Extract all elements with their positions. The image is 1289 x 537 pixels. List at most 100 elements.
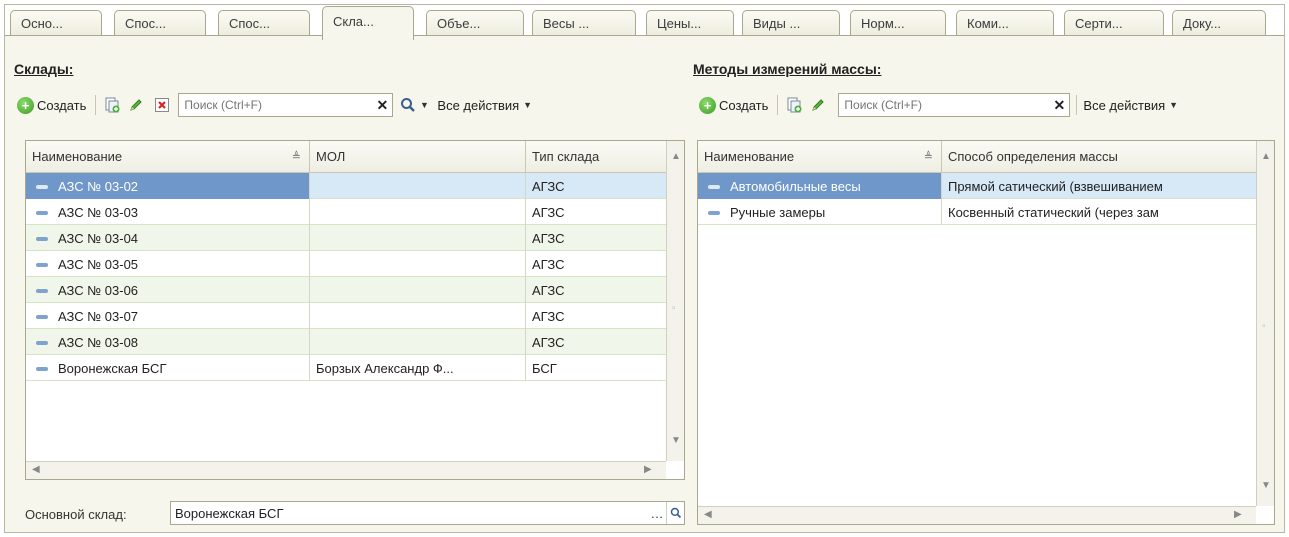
tab-types[interactable]: Виды ... [742, 10, 840, 38]
cell-text: АЗС № 03-07 [58, 309, 139, 324]
column-header-name[interactable]: Наименование ≜ [26, 141, 310, 173]
cell-text: АЗС № 03-05 [58, 257, 139, 272]
item-marker-icon [36, 184, 48, 189]
clear-search-icon[interactable]: ✕ [372, 94, 392, 116]
cell-type: АГЗС [532, 283, 565, 298]
tab-prices[interactable]: Цены... [646, 10, 734, 38]
cell-method: Прямой сатический (взвешиванием [948, 179, 1163, 194]
main-warehouse-field[interactable]: Воронежская БСГ … [170, 501, 685, 525]
table-row[interactable]: Воронежская БСГ Борзых Александр Ф... БС… [26, 355, 666, 381]
horizontal-scrollbar[interactable]: ◀ ▶ [698, 506, 1256, 524]
table-row[interactable]: АЗС № 03-03 АГЗС [26, 199, 666, 225]
tab-documents[interactable]: Доку... [1172, 10, 1266, 38]
cell-type: АГЗС [532, 231, 565, 246]
tab-scales[interactable]: Весы ... [532, 10, 636, 38]
tab-certificates[interactable]: Серти... [1064, 10, 1164, 38]
cell-name: АЗС № 03-07 [26, 303, 310, 329]
column-label: МОЛ [316, 149, 346, 164]
column-label: Тип склада [532, 149, 600, 164]
scroll-right-icon[interactable]: ▶ [1234, 509, 1242, 520]
tab-warehouses[interactable]: Скла... [322, 6, 414, 40]
cell-type: АГЗС [532, 205, 565, 220]
plus-icon: + [17, 96, 34, 114]
cell-mol [310, 199, 526, 225]
cell-name: Воронежская БСГ [26, 355, 310, 381]
tab-methods-2[interactable]: Спос... [218, 10, 310, 38]
all-actions-button[interactable]: Все действия ▼ [437, 98, 532, 113]
warehouses-search-box: ✕ [178, 93, 394, 117]
tab-commissions[interactable]: Коми... [956, 10, 1054, 38]
scroll-down-icon[interactable]: ▼ [671, 435, 681, 446]
scroll-up-icon[interactable]: ▲ [1261, 151, 1271, 162]
cell-text: АЗС № 03-08 [58, 335, 139, 350]
table-row[interactable]: Ручные замеры Косвенный статический (чер… [698, 199, 1256, 225]
all-actions-button[interactable]: Все действия ▼ [1083, 98, 1178, 113]
cell-mol [310, 277, 526, 303]
table-row[interactable]: АЗС № 03-04 АГЗС [26, 225, 666, 251]
item-marker-icon [36, 236, 48, 241]
main-warehouse-value: Воронежская БСГ [175, 506, 284, 521]
cell-mol [310, 173, 526, 199]
table-row[interactable]: АЗС № 03-08 АГЗС [26, 329, 666, 355]
sort-icon: ≜ [291, 151, 301, 163]
table-row[interactable]: Автомобильные весы Прямой сатический (вз… [698, 173, 1256, 199]
vertical-scrollbar[interactable]: ▲ ▫ ▼ [1256, 141, 1274, 506]
column-header-mol[interactable]: МОЛ [310, 141, 526, 173]
tab-label: Норм... [861, 16, 905, 31]
column-header-method[interactable]: Способ определения массы [942, 141, 1256, 173]
scroll-left-icon[interactable]: ◀ [32, 464, 40, 475]
clear-search-icon[interactable]: ✕ [1049, 94, 1069, 116]
search-icon[interactable]: ▼ [399, 95, 429, 115]
vertical-scrollbar[interactable]: ▲ ▫ ▼ [666, 141, 684, 461]
tab-basic[interactable]: Осно... [10, 10, 102, 38]
horizontal-scrollbar[interactable]: ◀ ▶ [26, 461, 666, 479]
scroll-right-icon[interactable]: ▶ [644, 464, 652, 475]
create-button[interactable]: + Создать [696, 94, 771, 116]
scroll-thumb-grip-icon: ▫ [1262, 321, 1266, 332]
warehouses-table: Наименование ≜ МОЛ Тип склада АЗС № 03-0… [25, 140, 685, 480]
tab-label: Цены... [657, 16, 702, 31]
table-row[interactable]: АЗС № 03-02 АГЗС [26, 173, 666, 199]
item-marker-icon [36, 340, 48, 345]
table-header: Наименование ≜ Способ определения массы [698, 141, 1256, 173]
tab-norms[interactable]: Норм... [850, 10, 946, 38]
copy-icon[interactable] [784, 95, 804, 115]
create-label: Создать [719, 97, 769, 113]
select-ellipsis-button[interactable]: … [648, 502, 666, 524]
table-row[interactable]: АЗС № 03-05 АГЗС [26, 251, 666, 277]
edit-pencil-icon[interactable] [126, 95, 146, 115]
open-search-icon[interactable] [666, 502, 684, 524]
cell-type: АГЗС [532, 179, 565, 194]
create-button[interactable]: + Создать [14, 94, 89, 116]
tab-label: Скла... [333, 14, 374, 29]
tab-content: Склады: + Создать ✕ ▼ Все действия ▼ [5, 35, 1284, 532]
tab-label: Виды ... [753, 16, 801, 31]
scroll-down-icon[interactable]: ▼ [1261, 480, 1271, 491]
delete-mark-icon[interactable] [152, 95, 172, 115]
scroll-left-icon[interactable]: ◀ [704, 509, 712, 520]
cell-name: Автомобильные весы [698, 173, 942, 199]
search-input[interactable] [839, 95, 1050, 115]
tab-methods-1[interactable]: Спос... [114, 10, 206, 38]
cell-mol: Борзых Александр Ф... [310, 355, 526, 381]
table-header: Наименование ≜ МОЛ Тип склада [26, 141, 666, 173]
item-marker-icon [36, 210, 48, 215]
edit-pencil-icon[interactable] [808, 95, 828, 115]
cell-mol [310, 329, 526, 355]
table-row[interactable]: АЗС № 03-06 АГЗС [26, 277, 666, 303]
warehouses-toolbar: + Создать ✕ ▼ Все действия ▼ [14, 92, 532, 118]
column-header-type[interactable]: Тип склада [526, 141, 666, 173]
scroll-up-icon[interactable]: ▲ [671, 151, 681, 162]
toolbar-separator [1076, 95, 1078, 115]
cell-type: АГЗС [532, 257, 565, 272]
cell-name: АЗС № 03-06 [26, 277, 310, 303]
tab-volumes[interactable]: Объе... [426, 10, 524, 38]
copy-icon[interactable] [102, 95, 122, 115]
table-row[interactable]: АЗС № 03-07 АГЗС [26, 303, 666, 329]
column-header-name[interactable]: Наименование ≜ [698, 141, 942, 173]
methods-title: Методы измерений массы: [693, 61, 882, 77]
search-input[interactable] [179, 95, 373, 115]
column-label: Наименование [704, 149, 795, 164]
chevron-down-icon: ▼ [419, 100, 429, 110]
tab-label: Коми... [967, 16, 1009, 31]
